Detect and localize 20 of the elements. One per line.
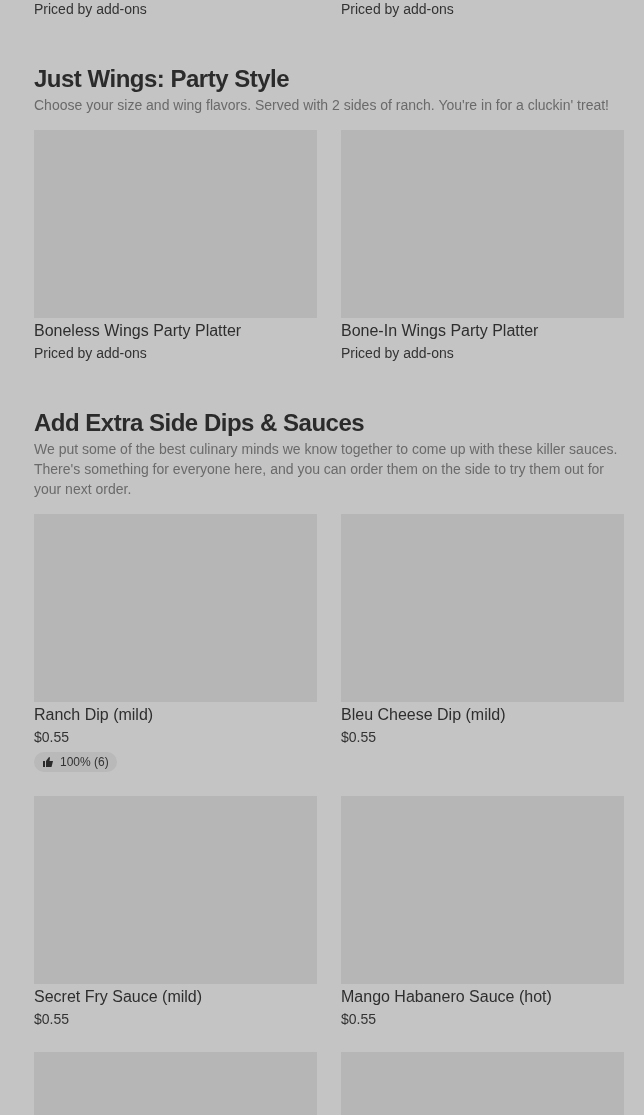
item-name[interactable]: Bone-In Wings Party Platter [341,321,624,341]
section-title: Add Extra Side Dips & Sauces [34,408,366,438]
section-description: We put some of the best culinary minds we know together to come up with these killer sauces. There's something for everyone here, and you can order them on the side to try them out for your next order. [34,440,619,499]
item-name[interactable]: Secret Fry Sauce (mild) [34,987,317,1007]
item-price: $0.55 [341,1010,378,1028]
item-price: Priced by add-ons [34,0,148,18]
item-price: Priced by add-ons [341,0,455,18]
item-price: $0.55 [341,728,378,746]
item-name[interactable]: Ranch Dip (mild) [34,705,317,725]
item-name[interactable]: Bleu Cheese Dip (mild) [341,705,624,725]
thumbs-up-icon [42,756,54,768]
item-price: $0.55 [34,1010,71,1028]
item-price: $0.55 [34,728,71,746]
item-price: Priced by add-ons [341,344,455,362]
section-description: Choose your size and wing flavors. Served with 2 sides of ranch. You're in for a cluckin' treat! [34,96,610,115]
rating-text: 100% (6) [60,754,109,770]
item-name[interactable]: Mango Habanero Sauce (hot) [341,987,624,1007]
item-price: Priced by add-ons [34,344,148,362]
section-title: Just Wings: Party Style [34,64,291,94]
item-name[interactable]: Boneless Wings Party Platter [34,321,317,341]
